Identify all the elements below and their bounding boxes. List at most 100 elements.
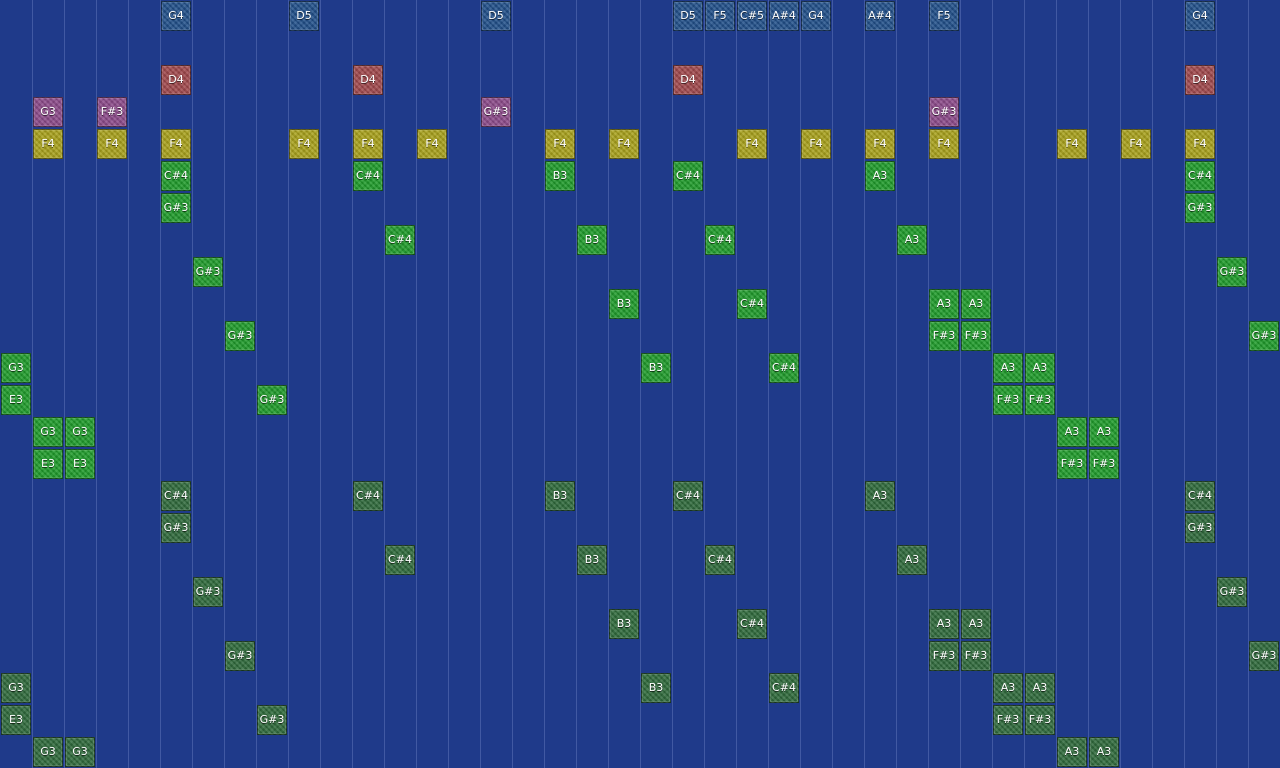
note-block[interactable]: F4 bbox=[545, 129, 575, 159]
note-block[interactable]: C#4 bbox=[705, 225, 735, 255]
note-block[interactable]: F4 bbox=[33, 129, 63, 159]
note-block[interactable]: F#3 bbox=[929, 321, 959, 351]
note-block[interactable]: A3 bbox=[865, 161, 895, 191]
note-block[interactable]: E3 bbox=[1, 385, 31, 415]
note-block[interactable]: G4 bbox=[801, 1, 831, 31]
note-block[interactable]: C#5 bbox=[737, 1, 767, 31]
note-block[interactable]: G#3 bbox=[257, 705, 287, 735]
note-block[interactable]: F#3 bbox=[1057, 449, 1087, 479]
note-block[interactable]: A3 bbox=[993, 673, 1023, 703]
note-block[interactable]: A3 bbox=[897, 545, 927, 575]
note-block[interactable]: A#4 bbox=[865, 1, 895, 31]
note-block[interactable]: D4 bbox=[1185, 65, 1215, 95]
note-block[interactable]: G#3 bbox=[161, 193, 191, 223]
note-block[interactable]: D5 bbox=[481, 1, 511, 31]
note-block[interactable]: G#3 bbox=[1185, 193, 1215, 223]
note-block[interactable]: G3 bbox=[65, 737, 95, 767]
note-grid[interactable]: G4 D5 D5 D5 F5 C#5 A#4 G4 A#4 F5 G4 D4 D4 D4 D4 G3 F#3 G#… bbox=[0, 0, 1280, 768]
note-block[interactable]: C#4 bbox=[1185, 161, 1215, 191]
note-block[interactable]: G#3 bbox=[1217, 577, 1247, 607]
note-block[interactable]: F4 bbox=[865, 129, 895, 159]
note-block[interactable]: B3 bbox=[609, 609, 639, 639]
note-block[interactable]: C#4 bbox=[769, 353, 799, 383]
note-block[interactable]: F#3 bbox=[1089, 449, 1119, 479]
note-block[interactable]: B3 bbox=[545, 481, 575, 511]
note-block[interactable]: A3 bbox=[1057, 737, 1087, 767]
note-block[interactable]: F4 bbox=[609, 129, 639, 159]
note-block[interactable]: F4 bbox=[161, 129, 191, 159]
note-block[interactable]: A3 bbox=[865, 481, 895, 511]
note-block[interactable]: C#4 bbox=[161, 481, 191, 511]
note-block[interactable]: G#3 bbox=[1249, 321, 1279, 351]
note-block[interactable]: F4 bbox=[737, 129, 767, 159]
note-block[interactable]: F#3 bbox=[1025, 705, 1055, 735]
note-block[interactable]: A3 bbox=[897, 225, 927, 255]
note-block[interactable]: D5 bbox=[673, 1, 703, 31]
note-block[interactable]: B3 bbox=[609, 289, 639, 319]
note-block[interactable]: F4 bbox=[289, 129, 319, 159]
note-block[interactable]: C#4 bbox=[737, 609, 767, 639]
note-block[interactable]: C#4 bbox=[385, 225, 415, 255]
note-block[interactable]: D4 bbox=[673, 65, 703, 95]
note-block[interactable]: A#4 bbox=[769, 1, 799, 31]
note-block[interactable]: G#3 bbox=[193, 577, 223, 607]
note-block[interactable]: C#4 bbox=[737, 289, 767, 319]
note-block[interactable]: F4 bbox=[801, 129, 831, 159]
note-block[interactable]: C#4 bbox=[353, 481, 383, 511]
note-block[interactable]: A3 bbox=[961, 289, 991, 319]
note-block[interactable]: F5 bbox=[929, 1, 959, 31]
note-block[interactable]: F5 bbox=[705, 1, 735, 31]
note-block[interactable]: E3 bbox=[1, 705, 31, 735]
note-block[interactable]: G4 bbox=[1185, 1, 1215, 31]
note-block[interactable]: F4 bbox=[1185, 129, 1215, 159]
note-block[interactable]: F#3 bbox=[993, 385, 1023, 415]
note-block[interactable]: F4 bbox=[97, 129, 127, 159]
note-block[interactable]: B3 bbox=[641, 673, 671, 703]
note-block[interactable]: C#4 bbox=[673, 161, 703, 191]
note-block[interactable]: G4 bbox=[161, 1, 191, 31]
note-block[interactable]: G#3 bbox=[161, 513, 191, 543]
note-block[interactable]: C#4 bbox=[385, 545, 415, 575]
note-block[interactable]: G3 bbox=[1, 673, 31, 703]
note-block[interactable]: G3 bbox=[1, 353, 31, 383]
note-block[interactable]: B3 bbox=[545, 161, 575, 191]
note-block[interactable]: G3 bbox=[33, 97, 63, 127]
note-block[interactable]: G#3 bbox=[257, 385, 287, 415]
note-block[interactable]: F4 bbox=[929, 129, 959, 159]
note-block[interactable]: F4 bbox=[1057, 129, 1087, 159]
note-block[interactable]: A3 bbox=[961, 609, 991, 639]
note-block[interactable]: F4 bbox=[353, 129, 383, 159]
note-block[interactable]: G#3 bbox=[1249, 641, 1279, 671]
note-block[interactable]: B3 bbox=[577, 545, 607, 575]
note-block[interactable]: G#3 bbox=[193, 257, 223, 287]
note-block[interactable]: C#4 bbox=[673, 481, 703, 511]
note-block[interactable]: D5 bbox=[289, 1, 319, 31]
note-block[interactable]: G3 bbox=[33, 417, 63, 447]
note-block[interactable]: G#3 bbox=[1185, 513, 1215, 543]
note-block[interactable]: D4 bbox=[161, 65, 191, 95]
note-block[interactable]: A3 bbox=[929, 289, 959, 319]
note-block[interactable]: F#3 bbox=[961, 641, 991, 671]
note-block[interactable]: A3 bbox=[929, 609, 959, 639]
note-block[interactable]: A3 bbox=[1089, 737, 1119, 767]
note-block[interactable]: G3 bbox=[65, 417, 95, 447]
note-block[interactable]: G#3 bbox=[225, 321, 255, 351]
note-block[interactable]: F4 bbox=[417, 129, 447, 159]
note-block[interactable]: B3 bbox=[577, 225, 607, 255]
note-block[interactable]: C#4 bbox=[1185, 481, 1215, 511]
note-block[interactable]: F#3 bbox=[97, 97, 127, 127]
note-block[interactable]: F#3 bbox=[1025, 385, 1055, 415]
note-block[interactable]: G#3 bbox=[225, 641, 255, 671]
note-block[interactable]: G#3 bbox=[481, 97, 511, 127]
note-block[interactable]: C#4 bbox=[705, 545, 735, 575]
note-block[interactable]: F#3 bbox=[929, 641, 959, 671]
note-block[interactable]: C#4 bbox=[353, 161, 383, 191]
note-block[interactable]: E3 bbox=[65, 449, 95, 479]
note-block[interactable]: A3 bbox=[1057, 417, 1087, 447]
note-block[interactable]: G#3 bbox=[1217, 257, 1247, 287]
note-block[interactable]: F#3 bbox=[961, 321, 991, 351]
note-block[interactable]: C#4 bbox=[769, 673, 799, 703]
note-block[interactable]: C#4 bbox=[161, 161, 191, 191]
note-block[interactable]: A3 bbox=[1025, 673, 1055, 703]
note-block[interactable]: D4 bbox=[353, 65, 383, 95]
